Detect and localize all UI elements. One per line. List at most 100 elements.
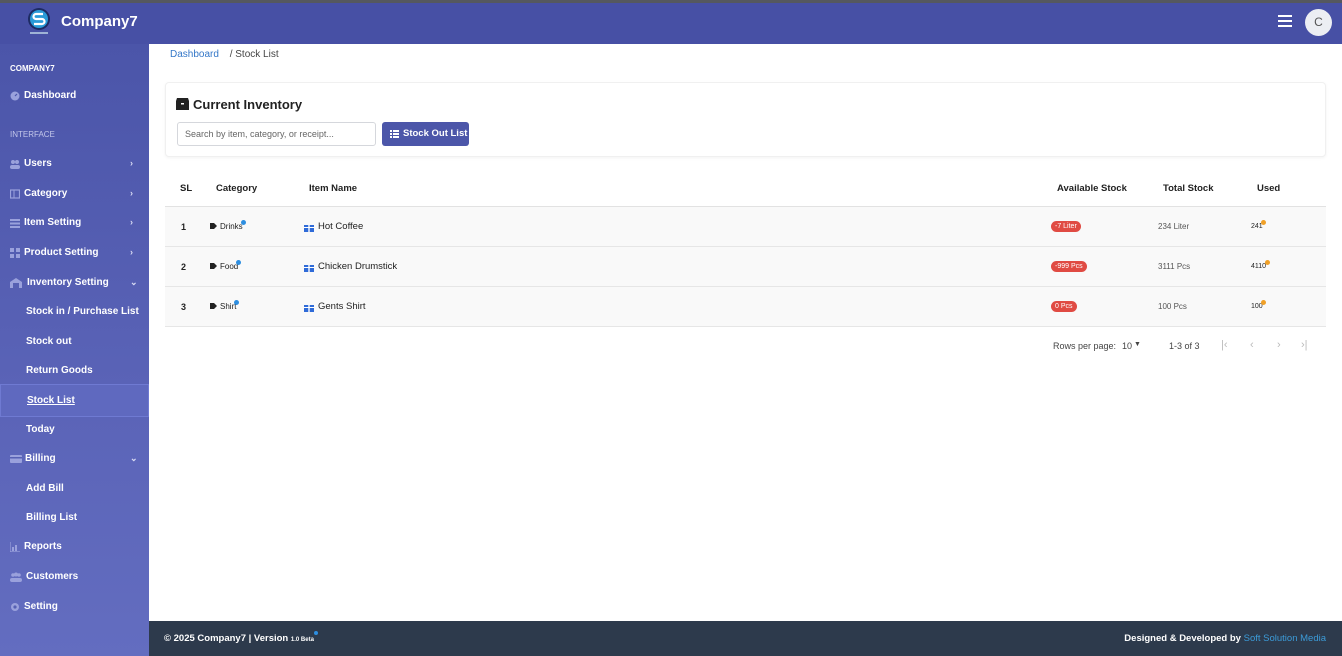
next-page-icon[interactable]: › — [1277, 339, 1281, 351]
product-icon — [10, 248, 20, 258]
row-total-stock: 234 Liter — [1158, 222, 1190, 231]
sidebar-item-stock-in[interactable]: Stock in / Purchase List — [0, 301, 149, 323]
credit-card-icon — [10, 455, 22, 463]
sidebar-item-stock-out[interactable]: Stock out — [0, 331, 149, 353]
sidebar-item-billing-list[interactable]: Billing List — [0, 507, 149, 529]
sidebar-item-label: Reports — [24, 541, 62, 552]
sidebar-item-label: Category — [24, 188, 68, 199]
chevron-right-icon: › — [130, 188, 133, 198]
box-icon — [176, 98, 189, 110]
version-dot — [313, 631, 318, 635]
table-row[interactable]: 2 Food Chicken Drumstick -999 Pcs 3111 P… — [165, 247, 1326, 287]
list-icon — [390, 130, 399, 138]
category-label: Drinks — [220, 222, 243, 231]
tag-icon — [210, 263, 217, 269]
sidebar-item-label: Inventory Setting — [27, 277, 109, 288]
sidebar-item-stock-list[interactable]: Stock List — [0, 384, 149, 417]
sidebar-item-return-goods[interactable]: Return Goods — [0, 360, 149, 382]
sidebar-item-label: Billing — [25, 453, 56, 464]
inventory-card: Current Inventory Stock Out List — [165, 82, 1326, 157]
sidebar-item-setting[interactable]: Setting — [0, 596, 149, 618]
stock-out-list-button[interactable]: Stock Out List — [382, 122, 469, 146]
header-used: Used — [1257, 183, 1281, 194]
chevron-right-icon: › — [130, 158, 133, 168]
users-icon — [10, 160, 20, 169]
sidebar-item-label: Item Setting — [24, 217, 82, 228]
hamburger-menu-icon[interactable] — [1278, 15, 1292, 29]
chevron-right-icon: › — [130, 217, 133, 227]
gift-icon — [304, 265, 314, 272]
gift-icon — [304, 225, 314, 232]
sidebar-item-label: Setting — [24, 601, 58, 612]
chevron-down-icon: ⌄ — [130, 453, 138, 463]
row-item-name: Chicken Drumstick — [318, 261, 398, 272]
previous-page-icon[interactable]: ‹ — [1250, 339, 1254, 351]
sidebar-item-dashboard[interactable]: Dashboard — [0, 85, 149, 107]
brand-name[interactable]: Company7 — [61, 13, 138, 30]
dashboard-icon — [10, 91, 20, 101]
available-stock-badge: 0 Pcs — [1051, 301, 1077, 312]
table-row[interactable]: 3 Shirt Gents Shirt 0 Pcs 100 Pcs 100 — [165, 287, 1326, 327]
used-dot — [1261, 300, 1266, 305]
sidebar-item-label: Stock List — [27, 395, 75, 406]
sidebar-item-label: Customers — [26, 571, 79, 582]
sidebar-item-users[interactable]: Users › — [0, 153, 149, 175]
sidebar-item-label: Product Setting — [24, 247, 99, 258]
sidebar-item-category[interactable]: Category › — [0, 183, 149, 205]
header-sl: SL — [180, 183, 193, 194]
user-avatar[interactable]: C — [1305, 9, 1332, 36]
pagination: Rows per page: 10 ▼ 1-3 of 3 |‹ ‹ › ›| — [1053, 339, 1326, 355]
row-category: Drinks — [210, 222, 243, 231]
sidebar-company-label: COMPANY7 — [10, 64, 55, 73]
sidebar-item-product-setting[interactable]: Product Setting › — [0, 242, 149, 264]
rows-per-page-label: Rows per page: — [1053, 341, 1117, 351]
used-dot — [1261, 220, 1266, 225]
gift-icon — [304, 305, 314, 312]
customers-icon — [10, 572, 22, 582]
sidebar-item-label: Dashboard — [24, 90, 77, 101]
breadcrumb-dashboard-link[interactable]: Dashboard — [170, 49, 219, 60]
sidebar-item-label: Return Goods — [26, 365, 93, 376]
developer-link[interactable]: Soft Solution Media — [1244, 633, 1326, 644]
sidebar-item-label: Stock out — [26, 336, 72, 347]
page-title: Current Inventory — [193, 97, 303, 112]
sidebar-item-add-bill[interactable]: Add Bill — [0, 478, 149, 500]
used-dot — [1265, 260, 1270, 265]
search-input[interactable] — [177, 122, 376, 146]
row-category: Food — [210, 262, 238, 271]
sidebar-item-label: Today — [26, 424, 55, 435]
row-category: Shirt — [210, 302, 236, 311]
row-sl: 3 — [181, 302, 187, 312]
footer: © 2025 Company7 | Version 1.0 Beta Desig… — [149, 621, 1342, 656]
sidebar-item-item-setting[interactable]: Item Setting › — [0, 212, 149, 234]
sidebar-item-inventory-setting[interactable]: Inventory Setting ⌄ — [0, 272, 149, 294]
sidebar-item-customers[interactable]: Customers — [0, 566, 149, 588]
row-item-name: Hot Coffee — [318, 221, 364, 232]
top-bar: Company7 C — [0, 0, 1342, 44]
table-header: SL Category Item Name Available Stock To… — [165, 178, 1326, 207]
gear-icon — [11, 603, 19, 611]
first-page-icon[interactable]: |‹ — [1221, 339, 1228, 351]
row-used: 4110 — [1251, 263, 1267, 270]
company-logo[interactable] — [26, 7, 52, 37]
sidebar-item-today[interactable]: Today — [0, 419, 149, 441]
chart-icon — [10, 542, 20, 552]
warehouse-icon — [10, 278, 22, 288]
last-page-icon[interactable]: ›| — [1301, 339, 1308, 351]
sidebar-item-reports[interactable]: Reports — [0, 536, 149, 558]
chevron-down-icon: ⌄ — [130, 277, 138, 287]
sidebar: COMPANY7 Dashboard INTERFACE Users › Cat… — [0, 44, 149, 656]
version-badge: 1.0 Beta — [290, 637, 314, 643]
table-row[interactable]: 1 Drinks Hot Coffee -7 Liter 234 Liter 2… — [165, 207, 1326, 247]
sidebar-item-billing[interactable]: Billing ⌄ — [0, 448, 149, 470]
row-item-name: Gents Shirt — [318, 301, 366, 312]
footer-copyright: © 2025 Company7 | Version 1.0 Beta — [164, 631, 318, 644]
breadcrumb-current: / Stock List — [229, 49, 279, 60]
available-stock-badge: -7 Liter — [1051, 221, 1081, 232]
header-total-stock: Total Stock — [1163, 183, 1214, 194]
copyright-text: © 2025 Company7 | Version — [164, 633, 289, 644]
row-total-stock: 3111 Pcs — [1158, 262, 1191, 271]
sidebar-section-interface: INTERFACE — [10, 130, 55, 139]
header-available-stock: Available Stock — [1057, 183, 1127, 194]
row-sl: 1 — [181, 222, 187, 232]
